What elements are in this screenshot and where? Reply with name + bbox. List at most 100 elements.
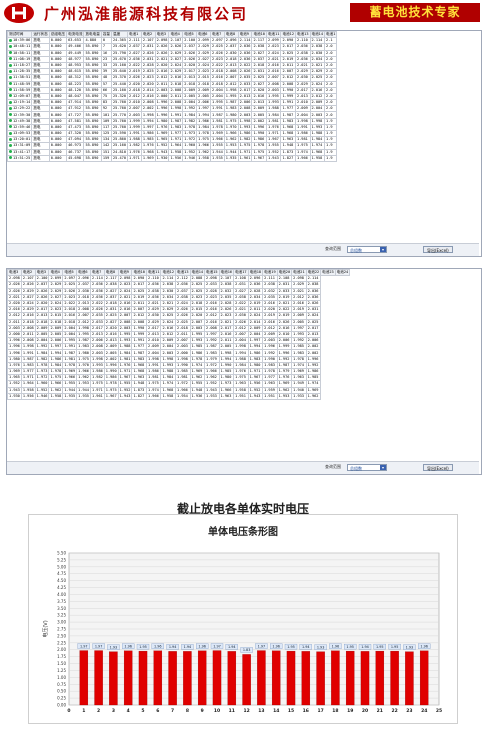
column-header[interactable]: 电池13: [295, 31, 311, 39]
table-row[interactable]: 1.996 2.008 2.004 2.006 1.995 1.987 2.006 2.013…: [7, 337, 350, 345]
table-viewport-2[interactable]: 电池3 电池2 电池3 电池4 电池5 电池6 电池7 电池8 电池9 电池10 电池11 电池12 电…: [7, 269, 479, 449]
cell-text: 1.976: [267, 124, 279, 129]
column-header[interactable]: 电池19: [262, 269, 278, 277]
table-row[interactable]: 11:38:51 放电 0.000 48.312 55.890 48 25.370 2.026…: [7, 74, 338, 82]
table-row[interactable]: 1.943 1.958 1.952 1.962 1.944 1.944 1.971 1.975…: [7, 386, 350, 394]
column-header[interactable]: 电池22: [305, 269, 322, 277]
query-range-select[interactable]: 总组数 ▾: [347, 246, 387, 253]
table-row[interactable]: 11:48:59 放电 0.000 48.223 55.890 57 25.440 2.020…: [7, 80, 338, 88]
table-row[interactable]: 13:51:25 放电 0.000 45.698 55.890 159 25.470 1.97…: [7, 154, 338, 162]
chevron-down-icon[interactable]: ▾: [380, 247, 386, 252]
table-row[interactable]: 1.980 1.987 1.982 1.986 1.981 1.975 1.998 2.002…: [7, 355, 350, 363]
column-header[interactable]: 电池20: [276, 269, 293, 277]
chevron-down-icon[interactable]: ▾: [380, 465, 386, 470]
table-row[interactable]: 2.026 2.029 2.026 2.029 2.026 2.030 2.036 2.027…: [7, 287, 350, 295]
table-row[interactable]: 12:29:22 放电 0.000 47.912 55.890 92 25.760 2.007…: [7, 105, 338, 113]
column-header[interactable]: 电池23: [320, 269, 336, 277]
column-header[interactable]: 电池14: [189, 269, 206, 277]
table-row[interactable]: 12:49:38 放电 0.000 47.581 55.890 109 25.760 1.99…: [7, 117, 338, 125]
table-row[interactable]: 2.000 2.011 2.005 2.005 2.004 1.995 2.013 2.016…: [7, 330, 350, 339]
cell-text: 109: [102, 118, 110, 123]
table-row[interactable]: 12:39:30 放电 0.000 47.727 55.890 101 25.770 2.00…: [7, 111, 338, 119]
table-row[interactable]: 1.976 1.983 1.978 1.984 1.978 1.970 1.993 1.996…: [7, 361, 350, 370]
column-header[interactable]: 电池21: [291, 269, 307, 277]
y-tick-label: 0.75: [57, 682, 66, 687]
column-header[interactable]: 容量: [100, 31, 113, 39]
table-cell: 2.008: [237, 105, 253, 113]
x-tick-label: 25: [436, 708, 442, 714]
column-header[interactable]: 电池24: [334, 269, 351, 277]
query-range-select[interactable]: 总组数 ▾: [347, 464, 387, 471]
table-row[interactable]: 10:39:06 放电 0.000 63.653 4.880 0 24.365 2.111 2.…: [7, 37, 338, 45]
table-row[interactable]: 2.020 2.024 2.020 2.024 2.022 2.013 2.022 2.018…: [7, 299, 350, 308]
cell-text: 1.978: [198, 131, 209, 136]
table-row[interactable]: 13:41:17 放电 0.000 46.737 55.890 151 24.810 1.97…: [7, 148, 338, 156]
table-row[interactable]: 10:48:11 放电 0.000 49.406 55.890 7 25.620 2.037 2…: [7, 43, 338, 51]
table-row[interactable]: 12:19:14 放电 0.000 47.914 55.890 83 25.760 2.010…: [7, 99, 338, 107]
table-row[interactable]: 2.026 2.026 2.037 2.029 2.025 2.037 2.036 2.038…: [7, 281, 350, 289]
table-row[interactable]: 11:18:27 放电 0.000 48.953 55.890 33 25.160 2.022…: [7, 61, 338, 70]
column-header[interactable]: 电池10: [131, 269, 147, 277]
table-row[interactable]: 1.996 1.998 1.992 1.997 1.991 1.983 2.008 2.009…: [7, 343, 350, 351]
cell-text: 2.015: [191, 307, 203, 312]
table-cell: 2.018: [76, 293, 91, 301]
table-row[interactable]: 1.969 1.977 1.973 1.978 1.969 1.966 1.986 1.990…: [7, 367, 350, 376]
column-header[interactable]: 电池11: [265, 31, 282, 39]
table-row[interactable]: 13:31:09 放电 0.000 46.973 55.890 142 25.160 1.98…: [7, 142, 338, 150]
table-row[interactable]: 1.952 1.964 1.960 1.966 1.955 1.953 1.975 1.978…: [7, 380, 350, 388]
cell-text: 1.958: [170, 149, 182, 154]
cell-text: 2.023: [119, 282, 131, 287]
cell-text: 1.987: [206, 344, 217, 349]
table-row[interactable]: 2.016 2.029 2.017 2.023 2.018 2.008 2.026 2.031…: [7, 306, 350, 314]
column-header[interactable]: 电池13: [175, 269, 191, 277]
cell-text: 2.006: [50, 338, 62, 343]
column-header[interactable]: 电池14: [309, 31, 325, 39]
column-header[interactable]: 放电电量: [83, 31, 102, 39]
column-header[interactable]: 电池11: [145, 269, 162, 277]
cell-text: 1.998: [142, 112, 154, 117]
cell-text: 2.025: [307, 319, 319, 324]
column-header[interactable]: 电池16: [218, 269, 235, 277]
table-row[interactable]: 12:09:07 放电 0.000 48.047 55.890 75 25.320 2.012…: [7, 92, 338, 101]
table-row[interactable]: 2.098 2.107 2.100 2.099 2.097 2.096 2.114 2.117…: [7, 275, 350, 283]
table-cell: 2.037: [126, 43, 142, 51]
column-header[interactable]: 总组电压: [48, 31, 68, 39]
cell-text: 1.960: [184, 143, 196, 148]
column-header[interactable]: 电池1: [324, 31, 338, 39]
cell-text: 1.992: [184, 106, 196, 111]
column-header[interactable]: 电流电流: [66, 31, 85, 39]
cell-text: 2.009: [296, 106, 308, 111]
column-header[interactable]: 电池12: [280, 31, 296, 39]
table-row[interactable]: 13:20:01 放电 0.000 47.094 55.890 134 25.860 1.98…: [7, 136, 338, 144]
table-row[interactable]: 2.011 2.018 2.018 2.018 2.018 2.012 2.033 2.027…: [7, 318, 350, 326]
table-row[interactable]: 11:58:59 放电 0.000 48.120 55.890 66 25.160 2.018…: [7, 86, 338, 94]
table-row[interactable]: 11:08:19 放电 0.000 48.977 55.890 23 25.670 2.036…: [7, 55, 338, 63]
column-header[interactable]: 运行状态: [31, 31, 50, 39]
column-header[interactable]: 电池18: [247, 269, 264, 277]
cell-text: 2.016: [267, 69, 279, 74]
table-row[interactable]: 2.012 2.016 2.013 2.015 2.016 2.007 2.035 2.025…: [7, 312, 350, 320]
table-row[interactable]: 2.021 2.027 2.026 2.027 2.023 2.018 2.036 2.037…: [7, 293, 350, 301]
column-header[interactable]: 电池12: [160, 269, 176, 277]
table-row[interactable]: 2.003 2.008 2.009 2.009 2.004 1.998 2.017 2.020…: [7, 324, 350, 332]
export-excel-button[interactable]: 导出(Excel): [423, 464, 453, 471]
table-viewport-1[interactable]: 测试时间 运行状态 总组电压 电流电流 放电电量 容量 温度 电池1 电池2 电池3 电池4 电池5 电…: [7, 31, 479, 231]
column-header[interactable]: 电池17: [233, 269, 249, 277]
export-excel-button[interactable]: 导出(Excel): [423, 246, 453, 253]
column-header[interactable]: 电池15: [204, 269, 220, 277]
column-header[interactable]: 电池10: [251, 31, 267, 39]
table-row[interactable]: 12:59:46 放电 0.000 47.473 55.890 117 25.760 1.99…: [7, 123, 338, 132]
table-row[interactable]: 10:58:11 放电 0.000 49.449 55.890 16 25.790 2.027…: [7, 49, 338, 57]
table-row[interactable]: 1.930 1.956 1.946 1.958 1.935 1.935 1.961 1.967…: [7, 392, 350, 400]
table-row[interactable]: 11:28:35 放电 0.000 48.615 55.890 39 25.640 2.019…: [7, 68, 338, 76]
cell-text: 2.016: [267, 63, 279, 68]
cell-text: 1.998: [162, 356, 174, 361]
table-row[interactable]: 1.996 1.991 1.984 1.994 1.987 1.980 2.003 2.005…: [7, 349, 350, 357]
cell-text: 2.018: [22, 319, 34, 324]
cell-text: 1.998: [311, 118, 323, 123]
cell-text: 2.107: [220, 276, 232, 281]
cell-text: 2.003: [119, 325, 131, 330]
table-cell: 1.953: [76, 380, 91, 388]
table-row[interactable]: 13:09:53 放电 0.000 47.320 55.890 125 25.590 1.99…: [7, 129, 338, 138]
table-row[interactable]: 1.965 1.971 1.972 1.975 1.966 1.962 1.982 1.986…: [7, 374, 350, 382]
